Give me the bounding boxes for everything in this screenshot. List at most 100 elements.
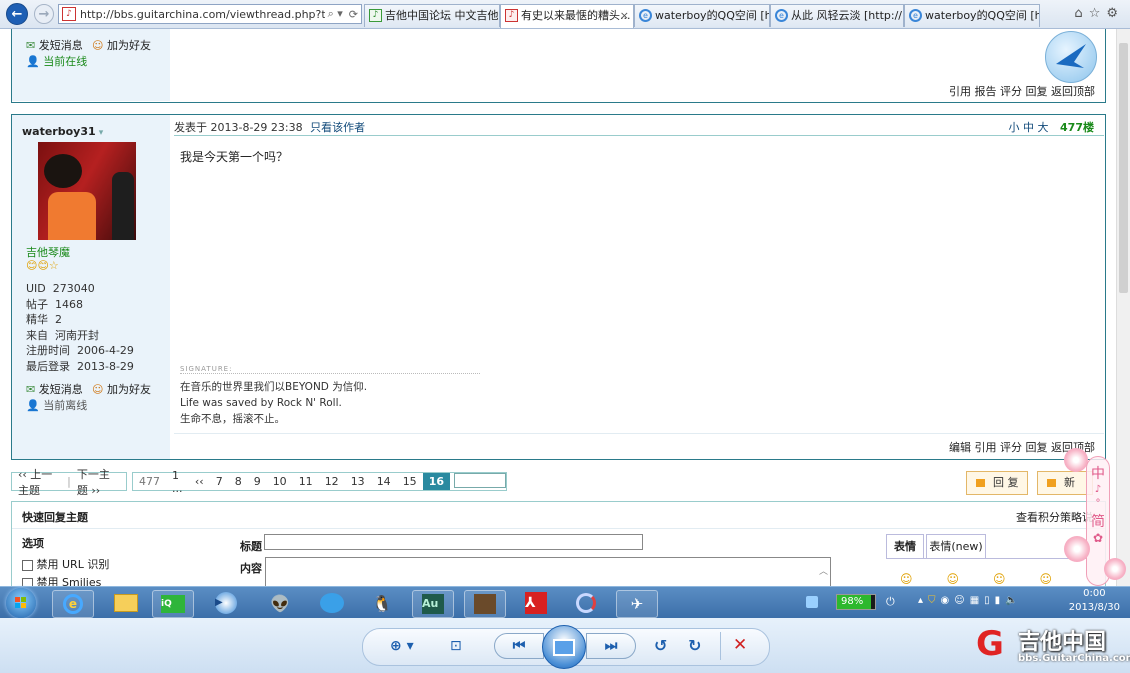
checkbox-icon[interactable] — [22, 577, 33, 586]
close-tab-icon[interactable]: × — [620, 5, 629, 26]
page-link[interactable]: 14 — [371, 475, 397, 488]
guitar-app-icon[interactable] — [464, 590, 506, 618]
ie-taskbar-icon[interactable]: e — [52, 590, 94, 618]
page-current: 16 — [422, 473, 450, 490]
language-widget[interactable]: 中 ♪ ° 简 ✿ — [1064, 448, 1130, 586]
author-username[interactable]: waterboy31 ▾ — [22, 125, 103, 138]
quick-reply-panel: 快速回复主题 查看积分策略说 选项 禁用 URL 识别 禁用 Smilies 标… — [11, 501, 1106, 586]
page-link[interactable]: 7 — [210, 475, 229, 488]
explorer-folder-icon[interactable] — [106, 590, 146, 616]
shield-icon[interactable]: ⛉ — [928, 595, 941, 606]
tab-emoji-new[interactable]: 表情(new) — [926, 534, 986, 558]
page-link[interactable]: 8 — [229, 475, 248, 488]
option-disable-url[interactable]: 禁用 URL 识别 — [22, 556, 109, 572]
page-link[interactable]: 10 — [267, 475, 293, 488]
blue-bird-app-icon[interactable] — [312, 590, 352, 616]
add-friend-link[interactable]: ☺ 加为好友 — [92, 381, 151, 397]
page-jump-input[interactable] — [450, 472, 506, 491]
send-message-link[interactable]: ✉ 发短消息 — [26, 37, 83, 53]
page-link[interactable]: 12 — [319, 475, 345, 488]
next-thread-link[interactable]: 下一主题 ›› — [71, 466, 126, 498]
qq-tray-icon[interactable]: ☺ — [954, 595, 969, 606]
qq-penguin-icon[interactable]: 🐧 — [362, 590, 402, 616]
stat-digest: 精华 2 — [26, 313, 62, 326]
clock-time: 0:00 — [1083, 588, 1106, 599]
rotate-right-icon[interactable]: ↻ — [688, 636, 701, 655]
page-link[interactable]: 13 — [345, 475, 371, 488]
audition-app-icon[interactable]: Au — [412, 590, 454, 618]
page-prev[interactable]: ‹‹ — [189, 475, 210, 488]
taskbar-clock[interactable]: 0:00 2013/8/30 — [1069, 587, 1120, 615]
start-button[interactable] — [6, 588, 36, 618]
ie-tray-icon[interactable]: ◉ — [941, 595, 955, 606]
delete-icon[interactable]: ✕ — [733, 635, 747, 655]
scrollbar-thumb[interactable] — [1119, 43, 1128, 293]
refresh-icon[interactable]: ⟳ — [346, 8, 361, 21]
forward-button[interactable]: → — [34, 4, 54, 24]
flower-icon — [1104, 558, 1126, 580]
address-bar[interactable]: ♪ http://bbs.guitarchina.com/viewthread.… — [58, 4, 362, 24]
send-message-link[interactable]: ✉ 发短消息 — [26, 381, 83, 397]
tab-emoji[interactable]: 表情 — [886, 534, 924, 558]
scroll-up-icon[interactable]: ︿ — [819, 564, 828, 577]
browser-tab-1[interactable]: ♪ 吉他中国论坛 中文吉他... — [364, 4, 500, 27]
rotate-left-icon[interactable]: ↺ — [654, 636, 667, 655]
ie-page-icon: e — [775, 9, 788, 22]
tray-app-icon[interactable] — [806, 596, 818, 608]
guitarchina-favicon-icon: ♪ — [369, 9, 382, 22]
iqiyi-icon[interactable]: iQ — [152, 590, 194, 618]
subject-input[interactable] — [264, 534, 643, 550]
add-friend-link[interactable]: ☺ 加为好友 — [92, 37, 151, 53]
next-image-button[interactable]: ⏭ — [586, 633, 636, 659]
prev-thread-link[interactable]: ‹‹ 上一主题 — [12, 466, 67, 498]
browser-tab-4[interactable]: e 从此 风轻云淡 [http://... — [770, 4, 904, 27]
alien-app-icon[interactable]: 👽 — [260, 590, 300, 616]
guitarchina-favicon-icon: ♪ — [505, 9, 518, 22]
page-first[interactable]: 1 ... — [166, 469, 189, 495]
volume-icon[interactable]: 🔈 — [1005, 595, 1022, 606]
system-tray[interactable]: ▴⛉◉☺▦▯▮🔈 — [918, 595, 1023, 606]
option-disable-smilies[interactable]: 禁用 Smilies — [22, 574, 101, 586]
slideshow-button[interactable] — [542, 625, 586, 669]
swallow-logo-icon — [1045, 31, 1097, 83]
swallow-app-icon[interactable]: ✈ — [616, 590, 658, 618]
favorites-star-icon[interactable]: ☆ — [1089, 6, 1107, 21]
previous-post-actions[interactable]: 引用 报告 评分 回复 返回顶部 — [949, 83, 1095, 99]
page-link[interactable]: 9 — [248, 475, 267, 488]
home-icon[interactable]: ⌂ — [1074, 6, 1088, 21]
content-textarea[interactable]: ︿ — [265, 557, 831, 586]
emoji-smiley-icon[interactable]: ☺☺☺☺ — [900, 572, 1086, 586]
signature-line: 生命不息，摇滚不止。 — [180, 413, 285, 425]
toolbar-divider — [720, 632, 721, 660]
reply-button[interactable]: 回 复 — [966, 471, 1028, 495]
font-size-links[interactable]: 小 中 大 — [1009, 121, 1049, 134]
subject-label: 标题 — [240, 540, 262, 553]
post-content: 我是今天第一个吗？ — [180, 150, 289, 164]
media-player-icon[interactable]: ▶ — [206, 590, 246, 616]
previous-image-button[interactable]: ⏮ — [494, 633, 544, 659]
flower-icon: ✿ — [1092, 531, 1104, 545]
network-icon[interactable]: ▦ — [970, 595, 984, 606]
zoom-icon[interactable]: ⊕ ▾ — [390, 638, 414, 654]
browser-tab-3[interactable]: e waterboy的QQ空间 [h... — [634, 4, 770, 27]
back-button[interactable]: ← — [6, 3, 28, 25]
battery-percent: 98% — [841, 596, 864, 607]
thread-navigation: ‹‹ 上一主题 | 下一主题 ›› — [11, 468, 127, 497]
signal-icon[interactable]: ▮ — [995, 595, 1006, 606]
checkbox-icon[interactable] — [22, 559, 33, 571]
tab-label: 有史以来最惬的糟头... — [521, 9, 631, 22]
fit-window-icon[interactable]: ⊡ — [450, 638, 462, 654]
content-label: 内容 — [240, 562, 262, 575]
page-link[interactable]: 11 — [293, 475, 319, 488]
author-only-link[interactable]: 只看该作者 — [310, 121, 365, 134]
browser-tab-5[interactable]: e waterboy的QQ空间 [h... — [904, 4, 1040, 27]
search-icon[interactable]: ⌕ ▾ — [325, 7, 346, 21]
emoji-tabs: 表情 表情(new) — [886, 534, 1086, 559]
device-icon[interactable]: ▯ — [984, 595, 995, 606]
pdf-reader-icon[interactable]: ⅄ — [516, 590, 556, 616]
tools-gear-icon[interactable]: ⚙ — [1106, 6, 1124, 21]
browser-app-icon[interactable] — [566, 590, 606, 616]
show-hidden-icons-icon[interactable]: ▴ — [918, 595, 928, 606]
browser-tab-2[interactable]: ♪ 有史以来最惬的糟头... × — [500, 4, 634, 28]
page-link[interactable]: 15 — [397, 475, 423, 488]
